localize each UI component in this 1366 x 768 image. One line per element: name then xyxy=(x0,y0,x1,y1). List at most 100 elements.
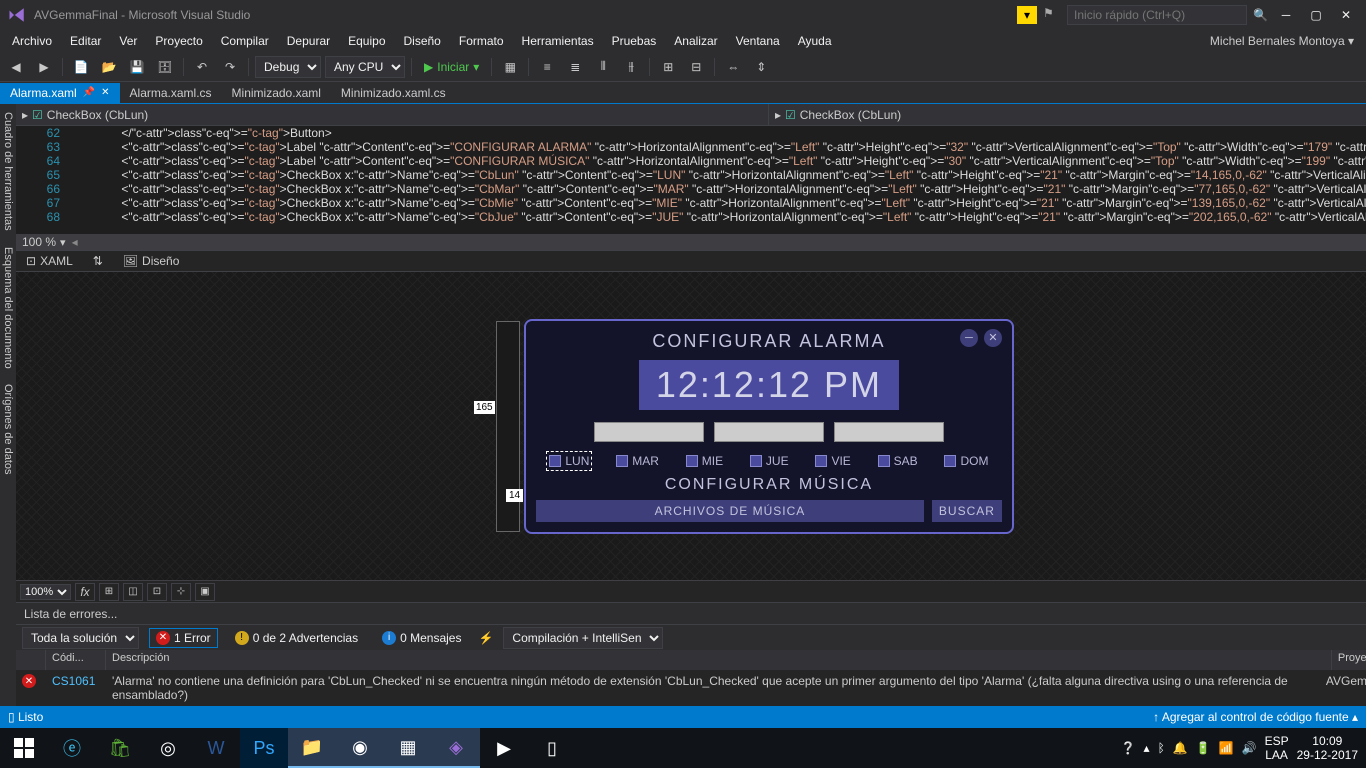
redo-button[interactable]: ↷ xyxy=(218,55,242,79)
source-control-button[interactable]: ↑ Agregar al control de código fuente ▴ xyxy=(1153,710,1358,724)
swap-icon[interactable]: ⇅ xyxy=(83,252,113,270)
menu-ayuda[interactable]: Ayuda xyxy=(790,32,840,50)
photoshop-icon[interactable]: Ps xyxy=(240,728,288,768)
action-icon[interactable]: 🔔 xyxy=(1173,741,1188,755)
day-dom[interactable]: DOM xyxy=(944,454,988,468)
menu-proyecto[interactable]: Proyecto xyxy=(147,32,210,50)
grid-icon[interactable]: ⊞ xyxy=(99,583,119,601)
wifi-icon[interactable]: 📶 xyxy=(1219,741,1234,755)
alarm-minimize-icon[interactable]: ─ xyxy=(960,329,978,347)
menu-depurar[interactable]: Depurar xyxy=(279,32,338,50)
error-row[interactable]: ✕ CS1061 'Alarma' no contiene una defini… xyxy=(16,670,1366,706)
chrome-icon[interactable]: ◉ xyxy=(336,728,384,768)
scope-dropdown[interactable]: Toda la solución xyxy=(22,627,139,649)
explorer-icon[interactable]: 📁 xyxy=(288,728,336,768)
alarm-select-3[interactable] xyxy=(834,422,944,442)
intellisense-icon[interactable]: ⚡ xyxy=(478,631,493,645)
col-code[interactable]: Códi... xyxy=(46,650,106,670)
menu-analizar[interactable]: Analizar xyxy=(666,32,725,50)
vs-icon[interactable]: ◈ xyxy=(432,728,480,768)
new-project-button[interactable]: 📄 xyxy=(69,55,93,79)
build-filter-dropdown[interactable]: Compilación + IntelliSen xyxy=(503,627,663,649)
user-name[interactable]: Michel Bernales Montoya xyxy=(1210,34,1345,48)
start-button[interactable] xyxy=(0,728,48,768)
alarm-select-1[interactable] xyxy=(594,422,704,442)
undo-button[interactable]: ↶ xyxy=(190,55,214,79)
snap-lines-icon[interactable]: ⊡ xyxy=(147,583,167,601)
obs-icon[interactable]: ◎ xyxy=(144,728,192,768)
close-button[interactable]: ✕ xyxy=(1334,5,1358,25)
music-search-button[interactable]: BUSCAR xyxy=(932,500,1002,522)
day-sab[interactable]: SAB xyxy=(878,454,918,468)
menu-ver[interactable]: Ver xyxy=(111,32,145,50)
tool-tab[interactable]: Orígenes de datos xyxy=(0,376,16,483)
menu-archivo[interactable]: Archivo xyxy=(4,32,60,50)
start-button[interactable]: ▶ Iniciar ▾ xyxy=(418,60,485,74)
config-dropdown[interactable]: Debug xyxy=(255,56,321,78)
clock[interactable]: 10:0929-12-2017 xyxy=(1297,734,1358,763)
align-icon[interactable]: ⊞ xyxy=(656,55,680,79)
messages-filter[interactable]: i0 Mensajes xyxy=(375,628,468,648)
align-icon[interactable]: ⊟ xyxy=(684,55,708,79)
back-button[interactable]: ◀ xyxy=(4,55,28,79)
col-desc[interactable]: Descripción xyxy=(106,650,1332,670)
notification-icon[interactable]: ▾ xyxy=(1017,6,1037,24)
design-tab[interactable]: 🖼 Diseño xyxy=(113,252,190,270)
forward-button[interactable]: ▶ xyxy=(32,55,56,79)
open-button[interactable]: 📂 xyxy=(97,55,121,79)
col-project[interactable]: Proyecto xyxy=(1332,650,1366,670)
lang-indicator[interactable]: ESPLAA xyxy=(1265,734,1289,763)
save-button[interactable]: 💾 xyxy=(125,55,149,79)
menu-formato[interactable]: Formato xyxy=(451,32,512,50)
align-icon[interactable]: ⫵ xyxy=(619,55,643,79)
flag-icon[interactable]: ⚑ xyxy=(1043,6,1061,24)
tab-Alarma.xaml.cs[interactable]: Alarma.xaml.cs xyxy=(120,83,222,103)
designer-zoom[interactable]: 100% xyxy=(20,584,71,600)
align-icon[interactable]: ≣ xyxy=(563,55,587,79)
battery-icon[interactable]: 🔋 xyxy=(1196,741,1211,755)
fx-icon[interactable]: fx xyxy=(75,583,95,601)
day-jue[interactable]: JUE xyxy=(750,454,789,468)
menu-compilar[interactable]: Compilar xyxy=(213,32,277,50)
alarm-select-2[interactable] xyxy=(714,422,824,442)
spacing-icon[interactable]: ⇔ xyxy=(721,55,745,79)
word-icon[interactable]: W xyxy=(192,728,240,768)
tab-Alarma.xaml[interactable]: Alarma.xaml📌✕ xyxy=(0,83,120,103)
layout-icon[interactable]: ▦ xyxy=(498,55,522,79)
menu-equipo[interactable]: Equipo xyxy=(340,32,393,50)
spacing-icon[interactable]: ⇕ xyxy=(749,55,773,79)
day-mar[interactable]: MAR xyxy=(616,454,659,468)
tool-tab[interactable]: Esquema del documento xyxy=(0,239,16,377)
media-icon[interactable]: ▶ xyxy=(480,728,528,768)
snap-icon[interactable]: ◫ xyxy=(123,583,143,601)
ie-icon[interactable]: ⓔ xyxy=(48,728,96,768)
day-lun[interactable]: LUN xyxy=(549,454,589,468)
xaml-tab[interactable]: ⊡ XAML xyxy=(16,252,83,270)
align-icon[interactable]: ≡ xyxy=(535,55,559,79)
save-all-button[interactable]: 🗄 xyxy=(153,55,177,79)
volume-icon[interactable]: 🔊 xyxy=(1242,741,1257,755)
designer-surface[interactable]: 165 14 ─ ✕ CONFIGURAR ALARMA 12:12:12 PM… xyxy=(16,272,1366,580)
window-icon[interactable]: ▯ xyxy=(528,728,576,768)
menu-diseño[interactable]: Diseño xyxy=(396,32,449,50)
help-icon[interactable]: ❔ xyxy=(1121,741,1136,755)
maximize-button[interactable]: ▢ xyxy=(1304,5,1328,25)
nav-right[interactable]: ▸ ☑ CheckBox (CbLun) xyxy=(769,104,1366,125)
app-icon[interactable]: ▦ xyxy=(384,728,432,768)
quick-launch-input[interactable] xyxy=(1067,5,1247,25)
align-icon[interactable]: ⫴ xyxy=(591,55,615,79)
bluetooth-icon[interactable]: ᛒ xyxy=(1158,741,1165,755)
day-mie[interactable]: MIE xyxy=(686,454,723,468)
tray-up-icon[interactable]: ▴ xyxy=(1144,741,1150,755)
errorlist-title[interactable]: Lista de errores... xyxy=(16,602,1366,624)
day-vie[interactable]: VIE xyxy=(815,454,850,468)
music-archive-button[interactable]: ARCHIVOS DE MÚSICA xyxy=(536,500,924,522)
anchor-icon[interactable]: ⊹ xyxy=(171,583,191,601)
alarm-close-icon[interactable]: ✕ xyxy=(984,329,1002,347)
menu-pruebas[interactable]: Pruebas xyxy=(604,32,665,50)
errors-filter[interactable]: ✕1 Error xyxy=(149,628,218,648)
tab-Minimizado.xaml.cs[interactable]: Minimizado.xaml.cs xyxy=(331,83,456,103)
nav-left[interactable]: ▸ ☑ CheckBox (CbLun) xyxy=(16,104,769,125)
warnings-filter[interactable]: !0 de 2 Advertencias xyxy=(228,628,365,648)
search-icon[interactable]: 🔍 xyxy=(1253,8,1268,22)
